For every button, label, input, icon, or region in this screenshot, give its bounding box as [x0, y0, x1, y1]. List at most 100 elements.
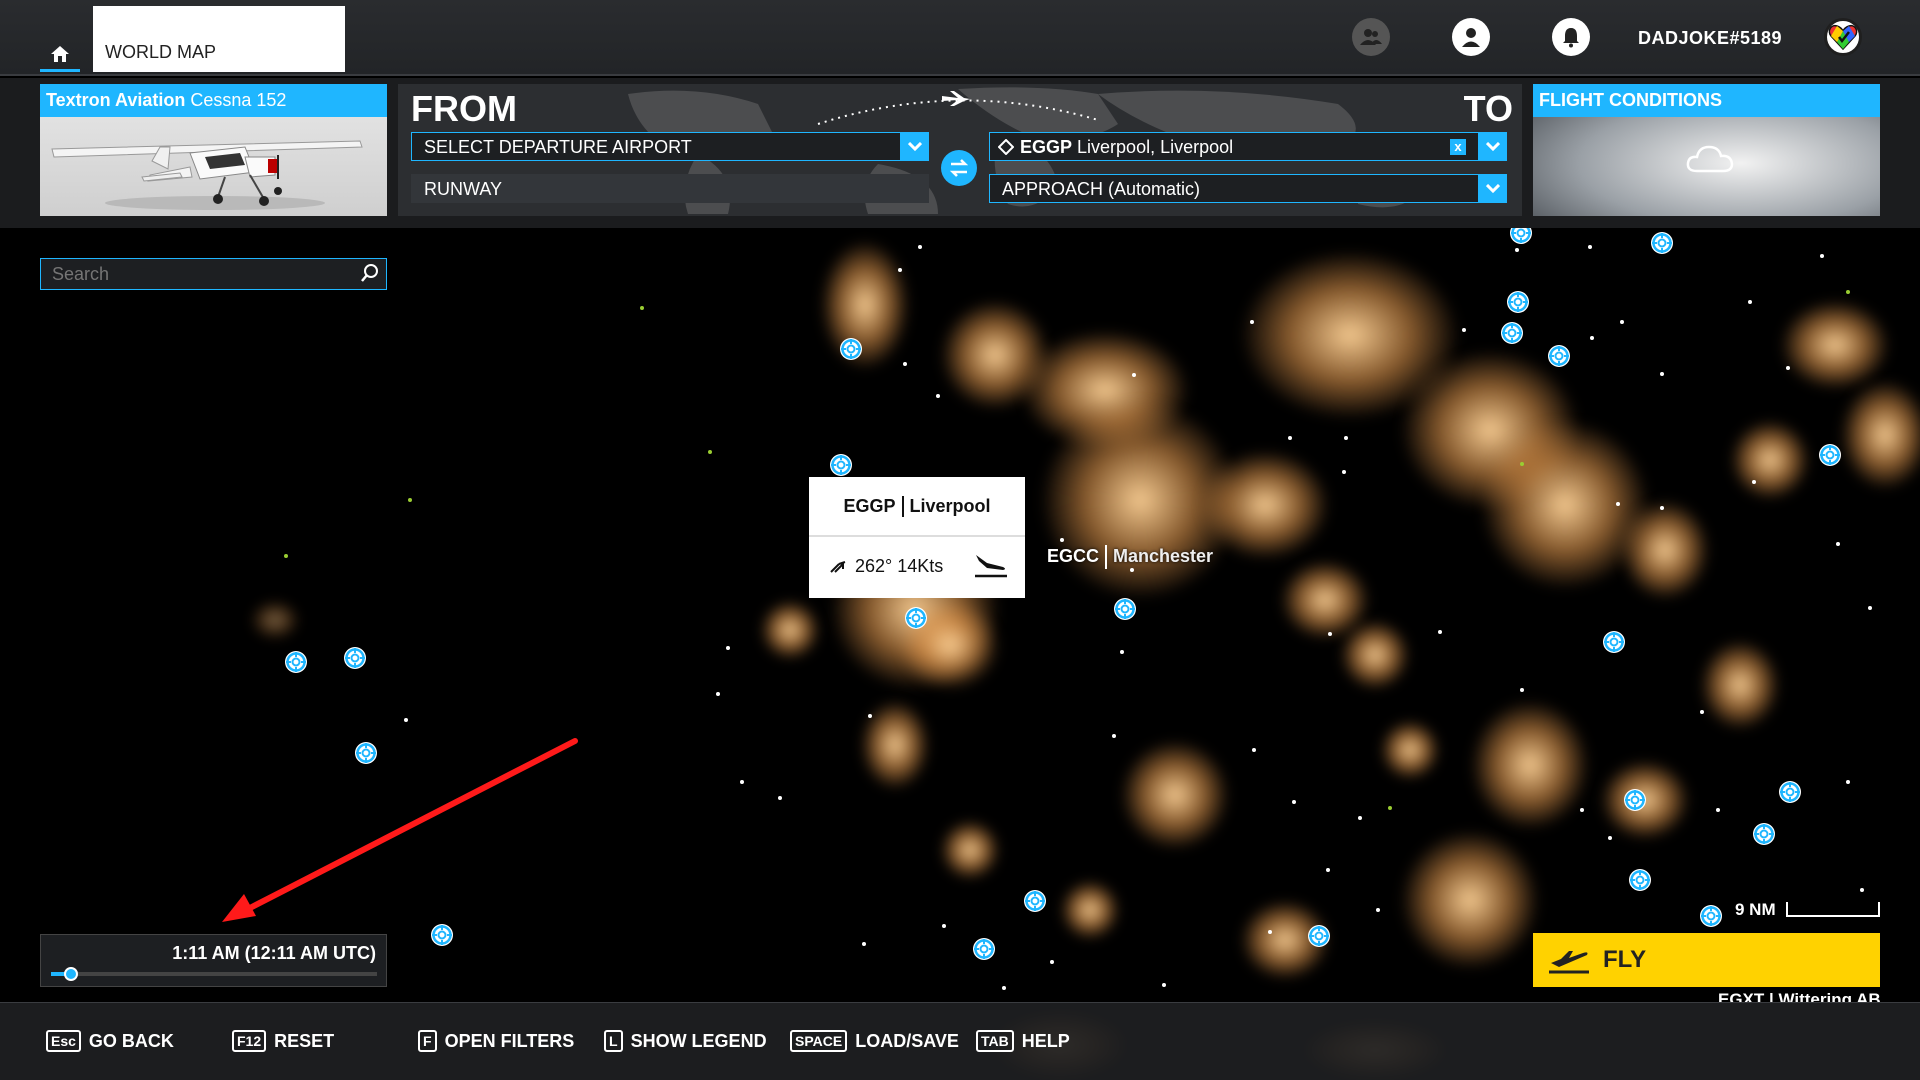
airport-marker[interactable] [284, 650, 308, 674]
airport-marker[interactable] [343, 646, 367, 670]
popup-wind: 262° 14Kts [855, 556, 944, 576]
town-dot [1376, 908, 1380, 912]
town-dot [1515, 248, 1519, 252]
runway-label: RUNWAY [424, 179, 502, 199]
arrival-name: Liverpool, Liverpool [1077, 137, 1234, 157]
departure-dropdown-button[interactable] [900, 132, 929, 161]
airport-icon [1629, 869, 1651, 891]
map-label-partial: EGXT | Wittering AB [1718, 990, 1881, 1002]
search-input[interactable] [52, 264, 342, 285]
town-dot [1520, 688, 1524, 692]
town-dot [1344, 436, 1348, 440]
airport-marker[interactable] [1307, 924, 1331, 948]
airport-marker[interactable] [1778, 780, 1802, 804]
airport-marker[interactable] [1113, 597, 1137, 621]
approach-dropdown-button[interactable] [1478, 174, 1507, 203]
bottom-hint-bar: Esc GO BACK F12 RESET F OPEN FILTERS L S… [0, 1002, 1920, 1080]
town-dot [716, 692, 720, 696]
city-light [1120, 740, 1230, 850]
town-dot [1268, 930, 1272, 934]
airport-marker[interactable] [1818, 443, 1842, 467]
reset-button[interactable]: F12 RESET [232, 1030, 334, 1052]
airport-marker[interactable] [1623, 788, 1647, 812]
city-light [1620, 500, 1710, 600]
airport-icon [1548, 345, 1570, 367]
airport-icon [1308, 925, 1330, 947]
airport-marker[interactable] [430, 923, 454, 947]
city-light [1060, 880, 1120, 940]
search-box[interactable] [40, 258, 387, 290]
airstrip-dot [640, 306, 644, 310]
airport-marker[interactable] [1547, 344, 1571, 368]
town-dot [404, 718, 408, 722]
airport-marker[interactable] [1602, 630, 1626, 654]
city-light [1380, 720, 1440, 780]
airport-info-popup[interactable]: EGGP Liverpool 262° 14Kts [809, 477, 1025, 598]
load-save-button[interactable]: SPACE LOAD/SAVE [790, 1030, 959, 1052]
approach-label: APPROACH (Automatic) [1002, 179, 1201, 199]
badge-button[interactable] [1824, 18, 1862, 56]
airport-marker[interactable] [839, 337, 863, 361]
airport-marker[interactable] [972, 937, 996, 961]
approach-select[interactable]: APPROACH (Automatic) [989, 174, 1507, 203]
help-label: HELP [1021, 1030, 1070, 1051]
airport-icon [1507, 291, 1529, 313]
airport-icon [1024, 890, 1046, 912]
aircraft-model: Cessna 152 [190, 90, 287, 110]
help-button[interactable]: TAB HELP [976, 1030, 1070, 1052]
profile-button[interactable] [1452, 18, 1490, 56]
friends-button[interactable] [1352, 18, 1390, 56]
airport-marker[interactable] [1752, 822, 1776, 846]
departure-airport-select[interactable]: SELECT DEPARTURE AIRPORT [411, 132, 929, 161]
airport-marker[interactable] [1023, 889, 1047, 913]
time-slider-handle[interactable] [63, 967, 78, 981]
town-dot [1700, 710, 1704, 714]
fly-button[interactable]: FLY [1533, 933, 1880, 987]
airport-marker[interactable] [829, 453, 853, 477]
town-dot [1462, 328, 1466, 332]
arrival-dropdown-button[interactable] [1478, 132, 1507, 161]
airport-marker[interactable] [1699, 904, 1723, 928]
town-dot [740, 780, 744, 784]
town-dot [1132, 373, 1136, 377]
key-esc: Esc [46, 1030, 81, 1052]
home-button[interactable] [40, 38, 80, 72]
tab-world-map[interactable]: WORLD MAP [93, 6, 345, 72]
open-filters-button[interactable]: F OPEN FILTERS [418, 1030, 574, 1052]
airport-target-icon [998, 139, 1014, 155]
chevron-down-icon [1485, 184, 1500, 193]
airstrip-dot [408, 498, 412, 502]
swap-route-button[interactable] [941, 150, 977, 186]
airport-marker[interactable] [1628, 868, 1652, 892]
arrival-icao: EGGP [1020, 137, 1073, 157]
airport-marker[interactable] [354, 741, 378, 765]
airstrip-dot [708, 450, 712, 454]
airport-marker[interactable] [1500, 321, 1524, 345]
town-dot [1120, 650, 1124, 654]
cloud-icon [1686, 145, 1734, 173]
go-back-label: GO BACK [88, 1030, 174, 1051]
time-slider[interactable] [51, 967, 377, 981]
airport-marker[interactable] [1506, 290, 1530, 314]
clear-arrival-button[interactable]: x [1450, 139, 1466, 155]
airstrip-dot [1388, 806, 1392, 810]
notifications-button[interactable] [1552, 18, 1590, 56]
arrival-airport-select[interactable]: EGGP Liverpool, Liverpool x [989, 132, 1507, 161]
username[interactable]: DADJOKE#5189 [1638, 28, 1782, 49]
town-dot [1608, 836, 1612, 840]
town-dot [1660, 372, 1664, 376]
town-dot [1112, 734, 1116, 738]
flight-conditions-card[interactable]: FLIGHT CONDITIONS [1533, 84, 1880, 216]
map-scale-label: 9 NM [1735, 900, 1776, 919]
runway-select[interactable]: RUNWAY [411, 174, 929, 203]
show-legend-button[interactable]: L SHOW LEGEND [604, 1030, 767, 1052]
airport-icon [1700, 905, 1722, 927]
map-label-manchester[interactable]: EGCC Manchester [1047, 545, 1213, 569]
town-dot [1580, 808, 1584, 812]
aircraft-card[interactable]: Textron Aviation Cessna 152 [40, 84, 387, 216]
airport-marker[interactable] [1650, 231, 1674, 255]
airport-marker[interactable] [904, 606, 928, 630]
airport-icon [905, 607, 927, 629]
town-dot [1162, 983, 1166, 987]
go-back-button[interactable]: Esc GO BACK [46, 1030, 174, 1052]
